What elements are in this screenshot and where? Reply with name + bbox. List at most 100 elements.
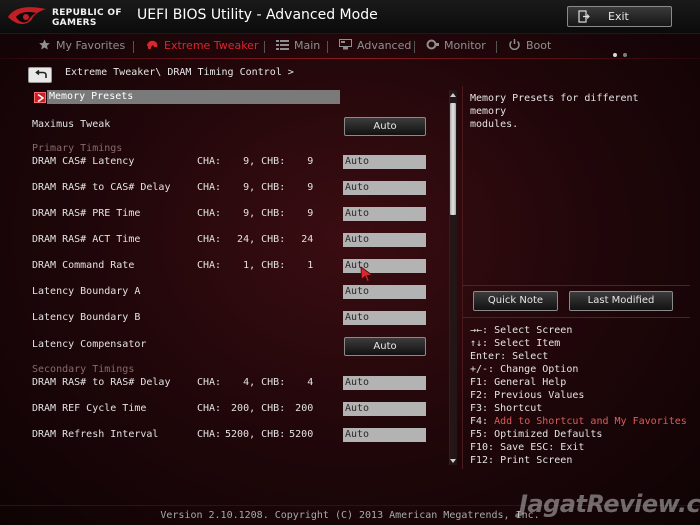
dram-ras-to-cas-label: DRAM RAS# to CAS# Delay bbox=[32, 182, 171, 193]
latency-boundary-b-label: Latency Boundary B bbox=[32, 312, 141, 323]
tab-boot[interactable]: Boot bbox=[508, 39, 551, 54]
help-line: Memory Presets for different memory bbox=[470, 93, 639, 117]
dram-cas-latency-input[interactable]: Auto bbox=[343, 155, 426, 169]
key-hint: ↑↓: Select Item bbox=[470, 338, 561, 349]
chb-value: 9 bbox=[307, 156, 314, 167]
cha-value: 9 bbox=[243, 156, 250, 167]
dram-refresh-interval-input[interactable]: Auto bbox=[343, 428, 426, 442]
cha-label: CHA: bbox=[197, 208, 222, 219]
cha-label: CHA: bbox=[197, 182, 222, 193]
cha-value: 5200 bbox=[225, 429, 250, 440]
chb-value: 9 bbox=[307, 182, 314, 193]
cha-value: 9 bbox=[243, 182, 250, 193]
chb-label: CHB: bbox=[261, 377, 286, 388]
key-action: Add to Shortcut and My Favorites bbox=[494, 416, 687, 427]
dram-ras-act-input[interactable]: Auto bbox=[343, 233, 426, 247]
latency-boundary-a-label: Latency Boundary A bbox=[32, 286, 141, 297]
cha-label: CHA: bbox=[197, 429, 222, 440]
dram-cas-latency-label: DRAM CAS# Latency bbox=[32, 156, 135, 167]
chb-label: CHB: bbox=[261, 260, 286, 271]
separator: , bbox=[249, 182, 262, 193]
dram-command-rate-input[interactable]: Auto bbox=[343, 259, 426, 273]
maximus-tweak-label: Maximus Tweak bbox=[32, 119, 111, 130]
power-icon bbox=[509, 39, 520, 50]
chb-value: 1 bbox=[307, 260, 314, 271]
channel-values: CHA: 1, CHB: 1 bbox=[197, 260, 313, 271]
key-name: F4: bbox=[470, 416, 495, 427]
dram-ras-pre-input[interactable]: Auto bbox=[343, 207, 426, 221]
key-hint: +/-: Change Option bbox=[470, 364, 579, 375]
chb-label: CHB: bbox=[261, 429, 286, 440]
settings-list: Memory Presets Maximus Tweak Auto Primar… bbox=[0, 0, 450, 525]
channel-values: CHA: 4, CHB: 4 bbox=[197, 377, 313, 388]
dram-ras-to-ras-input[interactable]: Auto bbox=[343, 376, 426, 390]
scroll-up-icon[interactable] bbox=[449, 91, 457, 99]
separator: , bbox=[249, 234, 262, 245]
chb-label: CHB: bbox=[261, 234, 286, 245]
cha-value: 4 bbox=[243, 377, 250, 388]
chb-value: 5200 bbox=[289, 429, 314, 440]
secondary-timings-heading: Secondary Timings bbox=[32, 364, 135, 375]
channel-values: CHA: 9, CHB: 9 bbox=[197, 156, 313, 167]
scrollbar-thumb[interactable] bbox=[450, 103, 456, 215]
channel-values: CHA: 5200, CHB: 5200 bbox=[197, 429, 313, 440]
tab-label: Boot bbox=[526, 39, 552, 52]
exit-icon bbox=[578, 10, 590, 23]
maximus-tweak-select[interactable]: Auto bbox=[344, 117, 426, 136]
key-hint: F1: General Help bbox=[470, 377, 567, 388]
page-dot[interactable] bbox=[623, 53, 627, 57]
chb-label: CHB: bbox=[261, 403, 286, 414]
latency-compensator-select[interactable]: Auto bbox=[344, 337, 426, 356]
key-hint-text: F4: Add to Shortcut and My Favorites bbox=[470, 416, 687, 427]
chb-value: 24 bbox=[301, 234, 314, 245]
divider bbox=[462, 285, 690, 286]
cha-value: 1 bbox=[243, 260, 250, 271]
quick-note-button[interactable]: Quick Note bbox=[473, 291, 558, 311]
separator: , bbox=[249, 208, 262, 219]
exit-button[interactable]: Exit bbox=[567, 6, 672, 27]
chb-value: 4 bbox=[307, 377, 314, 388]
dram-ras-pre-label: DRAM RAS# PRE Time bbox=[32, 208, 141, 219]
key-hint: F3: Shortcut bbox=[470, 403, 543, 414]
memory-presets-label[interactable]: Memory Presets bbox=[49, 91, 133, 102]
last-modified-button[interactable]: Last Modified bbox=[569, 291, 673, 311]
latency-boundary-a-input[interactable]: Auto bbox=[343, 285, 426, 299]
channel-values: CHA: 9, CHB: 9 bbox=[197, 208, 313, 219]
submenu-arrow-icon bbox=[34, 92, 46, 103]
key-hint: →←: Select Screen bbox=[470, 325, 573, 336]
chb-label: CHB: bbox=[261, 156, 286, 167]
key-legend: →←: Select Screen ↑↓: Select Item Enter:… bbox=[470, 324, 695, 467]
cha-label: CHA: bbox=[197, 156, 222, 167]
latency-boundary-b-input[interactable]: Auto bbox=[343, 311, 426, 325]
mouse-cursor-icon bbox=[360, 266, 374, 282]
dram-command-rate-label: DRAM Command Rate bbox=[32, 260, 135, 271]
channel-values: CHA: 200, CHB: 200 bbox=[197, 403, 313, 414]
separator: , bbox=[249, 429, 262, 440]
divider bbox=[462, 317, 690, 318]
key-hint: F10: Save ESC: Exit bbox=[470, 442, 585, 453]
cha-label: CHA: bbox=[197, 377, 222, 388]
help-line: modules. bbox=[470, 119, 519, 130]
cha-value: 24 bbox=[237, 234, 250, 245]
chb-label: CHB: bbox=[261, 208, 286, 219]
separator: , bbox=[249, 260, 262, 271]
page-dot-active[interactable] bbox=[613, 53, 617, 57]
primary-timings-heading: Primary Timings bbox=[32, 143, 123, 154]
key-hint: Enter: Select bbox=[470, 351, 549, 362]
exit-label: Exit bbox=[608, 10, 629, 23]
chb-value: 200 bbox=[295, 403, 314, 414]
dram-ras-to-ras-label: DRAM RAS# to RAS# Delay bbox=[32, 377, 171, 388]
channel-values: CHA: 24, CHB: 24 bbox=[197, 234, 313, 245]
cha-label: CHA: bbox=[197, 403, 222, 414]
cha-label: CHA: bbox=[197, 260, 222, 271]
separator: , bbox=[249, 403, 262, 414]
dram-ras-to-cas-input[interactable]: Auto bbox=[343, 181, 426, 195]
chb-value: 9 bbox=[307, 208, 314, 219]
dram-ref-cycle-input[interactable]: Auto bbox=[343, 402, 426, 416]
scroll-down-icon[interactable] bbox=[449, 457, 457, 465]
dram-ras-act-label: DRAM RAS# ACT Time bbox=[32, 234, 141, 245]
key-hint: F12: Print Screen bbox=[470, 455, 573, 466]
bios-window: REPUBLIC OF GAMERS UEFI BIOS Utility - A… bbox=[0, 0, 700, 525]
channel-values: CHA: 9, CHB: 9 bbox=[197, 182, 313, 193]
separator: , bbox=[249, 156, 262, 167]
